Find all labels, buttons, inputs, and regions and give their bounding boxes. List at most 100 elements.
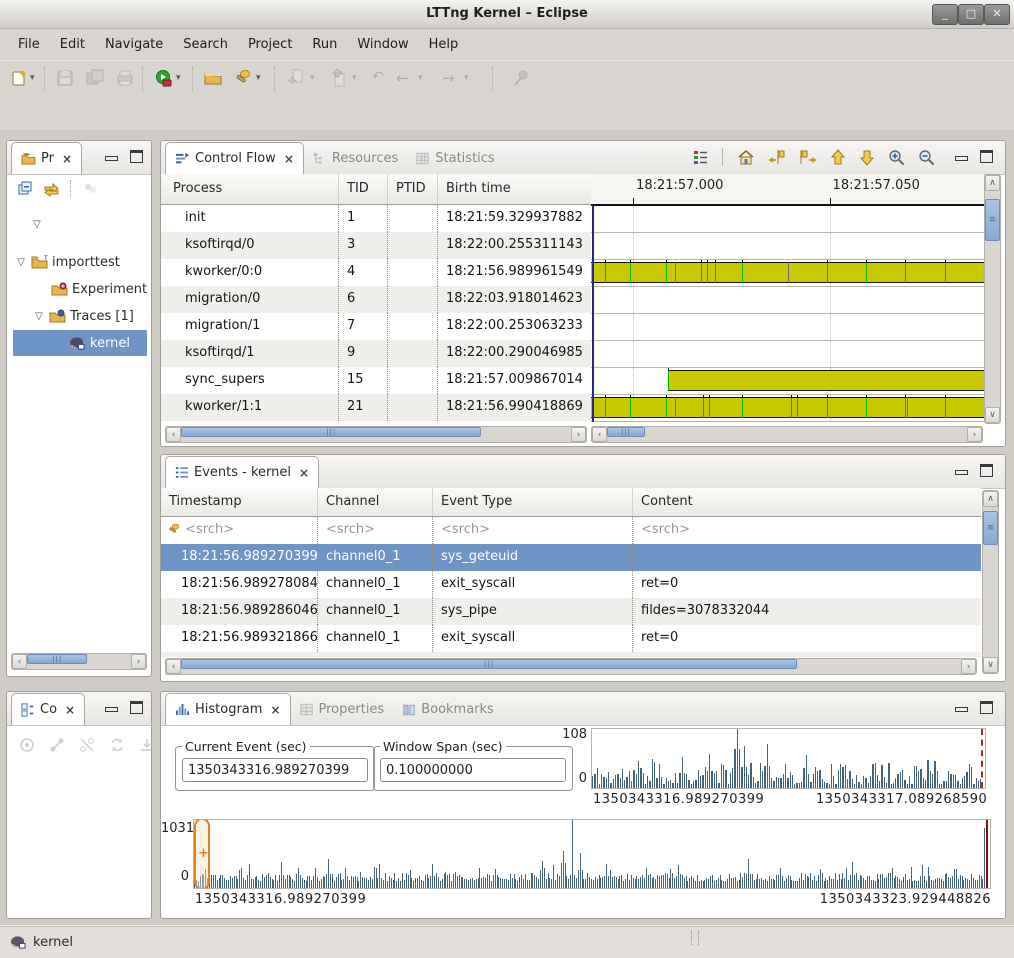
full-range-histogram[interactable]: +	[193, 819, 991, 889]
expander-icon[interactable]: ▽	[33, 311, 45, 322]
table-row[interactable]: migration/0618:22:03.918014623	[161, 286, 591, 313]
table-row[interactable]: init118:21:59.329937882	[161, 205, 591, 232]
tab-control-flow[interactable]: Control Flow ×	[165, 142, 304, 174]
timeline-row[interactable]	[591, 233, 984, 260]
timeline-row[interactable]	[591, 260, 984, 287]
run-dropdown-icon[interactable]: ▾	[176, 73, 181, 83]
timeline-hscrollbar[interactable]: ‹ ||| ›	[591, 426, 983, 443]
maximize-view-icon[interactable]	[130, 701, 143, 714]
events-hscrollbar[interactable]: ‹ ||| ›	[165, 658, 977, 675]
table-row[interactable]: migration/1718:22:00.253063233	[161, 313, 591, 340]
menu-edit[interactable]: Edit	[50, 32, 95, 57]
tab-statistics[interactable]: Statistics	[407, 142, 503, 174]
view-menu-arrow-icon[interactable]: ▽	[31, 219, 43, 230]
minimize-view-icon[interactable]	[105, 156, 118, 161]
timeline-row[interactable]	[591, 287, 984, 314]
table-row[interactable]: sync_supers1518:21:57.009867014	[161, 367, 591, 394]
open-trace-icon[interactable]	[204, 69, 222, 87]
scroll-up-icon[interactable]: ∧	[985, 175, 1000, 191]
scroll-left-icon[interactable]: ‹	[592, 427, 607, 442]
timeline-row[interactable]	[591, 341, 984, 368]
highlight-dropdown-icon[interactable]: ▾	[256, 73, 261, 83]
new-wizard-icon[interactable]	[10, 69, 28, 87]
timeline-row[interactable]	[591, 368, 984, 395]
down-arrow-icon[interactable]	[859, 149, 875, 166]
minimize-button[interactable]: _	[932, 4, 958, 25]
minimize-view-icon[interactable]	[955, 156, 968, 161]
tree-item-traces[interactable]: ▽ Traces [1]	[33, 303, 134, 329]
timeline-row[interactable]	[591, 314, 984, 341]
new-dropdown-icon[interactable]: ▾	[30, 73, 35, 83]
column-channel[interactable]: Channel	[318, 488, 433, 516]
statusbar-grip[interactable]	[691, 931, 699, 945]
filter-content-input[interactable]: <srch>	[633, 517, 981, 544]
timeline-row[interactable]	[591, 206, 984, 233]
table-row[interactable]: kworker/0:0418:21:56.989961549	[161, 259, 591, 286]
table-row[interactable]: ksoftirqd/0318:22:00.255311143	[161, 232, 591, 259]
menu-navigate[interactable]: Navigate	[95, 32, 173, 57]
maximize-button[interactable]: □	[958, 4, 984, 25]
scroll-left-icon[interactable]: ‹	[166, 427, 181, 442]
tab-bookmarks[interactable]: Bookmarks	[393, 693, 503, 725]
column-birth-time[interactable]: Birth time	[438, 174, 591, 204]
reset-time-scale-home-icon[interactable]	[737, 149, 755, 166]
link-with-editor-icon[interactable]	[43, 182, 60, 197]
scroll-right-icon[interactable]: ›	[131, 654, 146, 669]
menu-help[interactable]: Help	[419, 32, 469, 57]
timeline-chart[interactable]	[591, 206, 984, 422]
close-icon[interactable]: ×	[65, 703, 75, 717]
column-event-type[interactable]: Event Type	[433, 488, 633, 516]
tab-histogram[interactable]: Histogram ×	[165, 693, 291, 725]
column-content[interactable]: Content	[633, 488, 981, 516]
table-row[interactable]: ksoftirqd/1918:22:00.290046985	[161, 340, 591, 367]
current-event-input[interactable]	[182, 758, 368, 782]
table-row[interactable]: 18:21:56.989321866channel0_1exit_syscall…	[161, 625, 981, 652]
close-button[interactable]: ✕	[984, 4, 1010, 25]
minimize-view-icon[interactable]	[955, 707, 968, 712]
show-legend-icon[interactable]	[692, 149, 709, 166]
control-flow-table-hscrollbar[interactable]: ‹ ||| ›	[165, 426, 587, 443]
minimize-view-icon[interactable]	[105, 707, 118, 712]
tree-item-experiment[interactable]: Experiment	[51, 276, 147, 302]
scroll-down-icon[interactable]: ∨	[985, 407, 1000, 423]
scroll-right-icon[interactable]: ›	[571, 427, 586, 442]
control-flow-table-header[interactable]: Process TID PTID Birth time	[161, 174, 591, 205]
scroll-left-icon[interactable]: ‹	[12, 654, 27, 669]
scroll-right-icon[interactable]: ›	[961, 659, 976, 674]
zoom-in-icon[interactable]	[888, 149, 905, 166]
usermode-state-bar[interactable]	[591, 397, 984, 418]
column-tid[interactable]: TID	[339, 174, 388, 204]
scroll-right-icon[interactable]: ›	[967, 427, 982, 442]
timeline-cursor[interactable]	[592, 206, 594, 422]
next-event-icon[interactable]	[799, 149, 817, 166]
timeline-row[interactable]	[591, 395, 984, 422]
close-icon[interactable]: ×	[62, 152, 72, 166]
table-row[interactable]: kworker/1:12118:21:56.990418869	[161, 394, 591, 421]
highlight-torch-icon[interactable]	[234, 69, 252, 87]
expander-icon[interactable]: ▽	[15, 257, 27, 268]
minimize-view-icon[interactable]	[955, 470, 968, 475]
menu-project[interactable]: Project	[238, 32, 302, 57]
maximize-view-icon[interactable]	[980, 150, 993, 163]
menu-search[interactable]: Search	[173, 32, 238, 57]
table-row[interactable]: 18:21:56.989278084channel0_1exit_syscall…	[161, 571, 981, 598]
usermode-state-bar[interactable]	[668, 370, 984, 391]
menu-window[interactable]: Window	[347, 32, 418, 57]
column-process[interactable]: Process	[161, 174, 339, 204]
close-icon[interactable]: ×	[299, 466, 309, 480]
menu-file[interactable]: File	[8, 32, 50, 57]
scroll-left-icon[interactable]: ‹	[166, 659, 181, 674]
tab-control[interactable]: Co ×	[11, 693, 85, 725]
filter-channel-input[interactable]: <srch>	[318, 517, 433, 544]
project-explorer-hscrollbar[interactable]: ‹ ||| ›	[11, 653, 147, 670]
window-span-input[interactable]	[380, 758, 566, 782]
selection-window[interactable]: +	[194, 819, 210, 889]
tab-resources[interactable]: Resources	[304, 142, 407, 174]
close-icon[interactable]: ×	[284, 152, 294, 166]
maximize-view-icon[interactable]	[130, 150, 143, 163]
run-external-tools-icon[interactable]	[154, 69, 172, 87]
scroll-down-icon[interactable]: ∨	[983, 657, 998, 673]
scroll-up-icon[interactable]: ∧	[983, 491, 998, 507]
table-row-selected[interactable]: 18:21:56.989270399channel0_1sys_geteuid	[161, 544, 981, 571]
tab-properties[interactable]: Properties	[291, 693, 394, 725]
